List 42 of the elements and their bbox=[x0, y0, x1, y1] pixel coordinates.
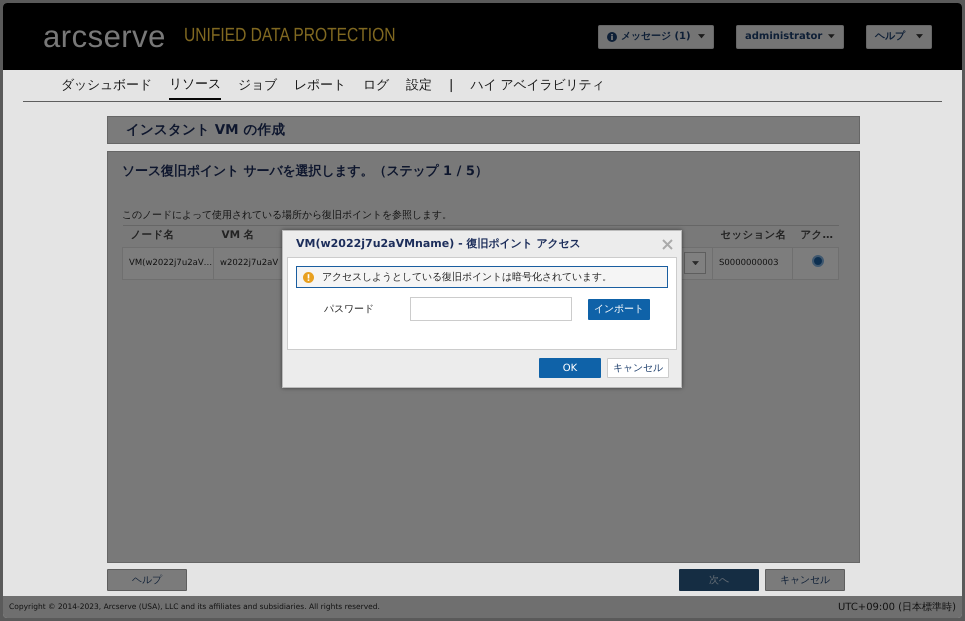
action-icon[interactable] bbox=[812, 254, 824, 267]
caret-icon bbox=[828, 34, 835, 39]
caret-icon bbox=[698, 34, 705, 39]
instruction-text: このノードによって使用されている場所から復旧ポイントを参照します。 bbox=[122, 208, 453, 222]
password-field[interactable] bbox=[410, 297, 572, 321]
caret-icon bbox=[916, 34, 923, 39]
footer-button[interactable]: ヘルプ bbox=[107, 569, 187, 591]
nav-separator: | bbox=[449, 76, 454, 95]
warning-icon bbox=[303, 272, 314, 282]
info-icon bbox=[607, 32, 617, 42]
dropdown-field[interactable] bbox=[684, 252, 706, 274]
nav-tab[interactable]: リソース bbox=[169, 70, 221, 100]
column-header: VM 名 bbox=[222, 229, 255, 242]
nav-tab[interactable]: 設定 bbox=[406, 72, 432, 100]
nav-tab[interactable]: ログ bbox=[363, 72, 389, 100]
import-button[interactable]: インポート bbox=[588, 298, 650, 320]
nav-tab[interactable]: ハイ アベイラビリティ bbox=[470, 72, 605, 100]
page-title: インスタント VM の作成 bbox=[107, 116, 860, 144]
column-header: セッション名 bbox=[720, 229, 786, 242]
dialog-button[interactable]: OK bbox=[539, 358, 601, 378]
alert-text: アクセスしようとしている復旧ポイントは暗号化されています。 bbox=[322, 270, 612, 284]
logo-text: arcserve bbox=[43, 21, 166, 52]
nav-tab[interactable]: ダッシュボード bbox=[61, 72, 152, 100]
nav-tab[interactable]: レポート bbox=[294, 72, 346, 100]
header-menu-button[interactable]: administrator bbox=[736, 24, 844, 48]
dialog-title: VM(w2022j7u2aVMname) - 復旧ポイント アクセス bbox=[296, 236, 580, 252]
table-cell: VM(w2022j7u2aV… bbox=[129, 258, 212, 268]
step-title: ソース復旧ポイント サーバを選択します。（ステップ 1 / 5） bbox=[122, 162, 489, 181]
table-cell: S0000000003 bbox=[719, 258, 778, 268]
password-label: パスワード bbox=[323, 302, 375, 316]
header-menu-button[interactable]: メッセージ (1) bbox=[598, 24, 714, 48]
header-menu-button[interactable]: ヘルプ bbox=[866, 24, 932, 48]
timezone-text: UTC+09:00 (日本標準時) bbox=[838, 600, 956, 614]
dialog-button[interactable]: キャンセル bbox=[607, 358, 669, 378]
table-cell: w2022j7u2aV bbox=[220, 258, 278, 268]
product-name: UNIFIED DATA PROTECTION bbox=[184, 24, 396, 48]
caret-icon bbox=[692, 260, 698, 266]
nav-tab[interactable]: ジョブ bbox=[238, 72, 277, 100]
footer-button[interactable]: キャンセル bbox=[765, 569, 845, 591]
column-header: アク… bbox=[800, 229, 833, 242]
close-button[interactable] bbox=[662, 238, 673, 250]
column-header: ノード名 bbox=[130, 229, 174, 242]
